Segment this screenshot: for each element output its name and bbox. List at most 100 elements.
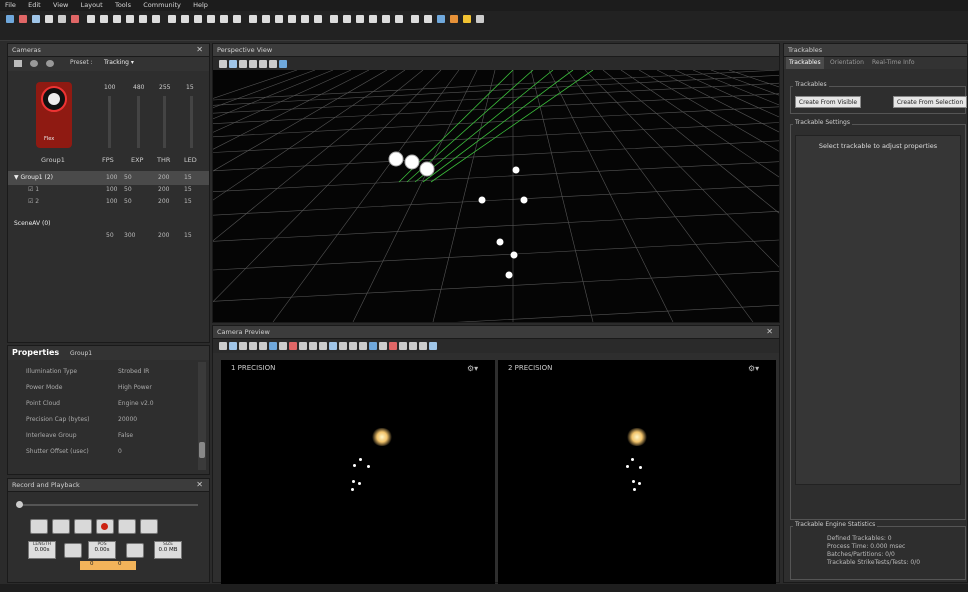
view-tool-icon[interactable]: [379, 342, 387, 350]
toolbar-icon-20[interactable]: [275, 15, 283, 23]
view-tool-icon[interactable]: [389, 342, 397, 350]
reconstructed-marker[interactable]: [505, 271, 513, 279]
view-tool-icon[interactable]: [229, 60, 237, 68]
view-tool-icon[interactable]: [419, 342, 427, 350]
toolbar-icon-15[interactable]: [207, 15, 215, 23]
toolbar-icon-14[interactable]: [194, 15, 202, 23]
view-tool-icon[interactable]: [369, 342, 377, 350]
toolbar-icon-10[interactable]: [139, 15, 147, 23]
toolbar-icon-16[interactable]: [220, 15, 228, 23]
property-value[interactable]: High Power: [118, 384, 152, 391]
camera-device-image[interactable]: Flex: [36, 82, 72, 148]
camera-add-icon[interactable]: [30, 60, 38, 67]
tree-item-label[interactable]: ▼ Group1 (2): [14, 172, 53, 184]
view-tool-icon[interactable]: [259, 60, 267, 68]
toolbar-icon-29[interactable]: [395, 15, 403, 23]
jog-back-button[interactable]: [64, 543, 82, 558]
toolbar-icon-6[interactable]: [87, 15, 95, 23]
new-icon[interactable]: [6, 15, 14, 23]
view-tool-icon[interactable]: [219, 342, 227, 350]
gear-icon[interactable]: ⚙▾: [748, 364, 759, 373]
toolbar-icon-23[interactable]: [314, 15, 322, 23]
toolbar-icon-28[interactable]: [382, 15, 390, 23]
save-icon[interactable]: [32, 15, 40, 23]
timeline-scrubber[interactable]: [16, 501, 198, 508]
toolbar-icon-33[interactable]: [450, 15, 458, 23]
camera-marker[interactable]: [388, 151, 404, 167]
properties-scrollbar[interactable]: [198, 362, 206, 470]
camera-marker[interactable]: [404, 154, 420, 170]
record-button[interactable]: [96, 519, 114, 534]
toolbar-icon-19[interactable]: [262, 15, 270, 23]
create-from-visible-button[interactable]: Create From Visible: [795, 96, 861, 108]
property-value[interactable]: 0: [118, 448, 122, 455]
toolbar-icon-22[interactable]: [301, 15, 309, 23]
slider-track[interactable]: [137, 96, 140, 148]
slider-track[interactable]: [108, 96, 111, 148]
preset-dropdown[interactable]: Tracking ▾: [104, 59, 134, 66]
reconstructed-marker[interactable]: [512, 166, 520, 174]
view-tool-icon[interactable]: [249, 342, 257, 350]
jog-forward-button[interactable]: [126, 543, 144, 558]
menu-file[interactable]: File: [5, 0, 16, 11]
toolbar-icon-18[interactable]: [249, 15, 257, 23]
toolbar-icon-24[interactable]: [330, 15, 338, 23]
list-icon[interactable]: [14, 60, 22, 67]
slider-track[interactable]: [190, 96, 193, 148]
view-tool-icon[interactable]: [289, 342, 297, 350]
step-back-button[interactable]: [52, 519, 70, 534]
tab-real-time-info[interactable]: Real-Time Info: [872, 57, 915, 69]
skip-end-button[interactable]: [140, 519, 158, 534]
reconstructed-marker[interactable]: [520, 196, 528, 204]
tab-trackables[interactable]: Trackables: [786, 57, 824, 69]
view-tool-icon[interactable]: [319, 342, 327, 350]
reconstructed-marker[interactable]: [478, 196, 486, 204]
menu-edit[interactable]: Edit: [28, 0, 41, 11]
view-tool-icon[interactable]: [349, 342, 357, 350]
camera-remove-icon[interactable]: [46, 60, 54, 67]
gear-icon[interactable]: ⚙▾: [467, 364, 478, 373]
property-value[interactable]: False: [118, 432, 133, 439]
menu-community[interactable]: Community: [143, 0, 181, 11]
view-tool-icon[interactable]: [239, 342, 247, 350]
menu-help[interactable]: Help: [193, 0, 208, 11]
tab-orientation[interactable]: Orientation: [830, 57, 864, 69]
toolbar-icon-25[interactable]: [343, 15, 351, 23]
toolbar-icon-31[interactable]: [424, 15, 432, 23]
close-icon[interactable]: ✕: [766, 326, 773, 338]
toolbar-icon-9[interactable]: [126, 15, 134, 23]
toolbar-icon-27[interactable]: [369, 15, 377, 23]
tree-item-label[interactable]: ☑ 1: [28, 184, 39, 196]
property-value[interactable]: Strobed IR: [118, 368, 149, 375]
view-tool-icon[interactable]: [219, 60, 227, 68]
camera-1-view[interactable]: 1 PRECISION ⚙▾: [221, 360, 495, 584]
menu-view[interactable]: View: [53, 0, 68, 11]
tools-icon[interactable]: [45, 15, 53, 23]
reconstructed-marker[interactable]: [496, 238, 504, 246]
view-tool-icon[interactable]: [269, 342, 277, 350]
delete-icon[interactable]: [58, 15, 66, 23]
property-value[interactable]: 20000: [118, 416, 137, 423]
close-icon[interactable]: ✕: [196, 479, 203, 491]
toolbar-icon-7[interactable]: [100, 15, 108, 23]
camera-2-view[interactable]: 2 PRECISION ⚙▾: [498, 360, 776, 584]
toolbar-icon-11[interactable]: [152, 15, 160, 23]
property-value[interactable]: Engine v2.0: [118, 400, 154, 407]
view-tool-icon[interactable]: [279, 342, 287, 350]
camera-marker[interactable]: [419, 161, 435, 177]
view-tool-icon[interactable]: [269, 60, 277, 68]
view-tool-icon[interactable]: [299, 342, 307, 350]
view-tool-icon[interactable]: [259, 342, 267, 350]
toolbar-icon-13[interactable]: [181, 15, 189, 23]
play-button[interactable]: [118, 519, 136, 534]
view-tool-icon[interactable]: [399, 342, 407, 350]
perspective-viewport[interactable]: [213, 70, 779, 322]
view-tool-icon[interactable]: [339, 342, 347, 350]
toolbar-icon-32[interactable]: [437, 15, 445, 23]
view-tool-icon[interactable]: [409, 342, 417, 350]
toolbar-icon-34[interactable]: [463, 15, 471, 23]
frame-range-bar[interactable]: 0 0: [80, 561, 136, 570]
close-icon[interactable]: ✕: [196, 44, 203, 56]
tree-item-label[interactable]: ☑ 2: [28, 196, 39, 208]
toolbar-icon-8[interactable]: [113, 15, 121, 23]
